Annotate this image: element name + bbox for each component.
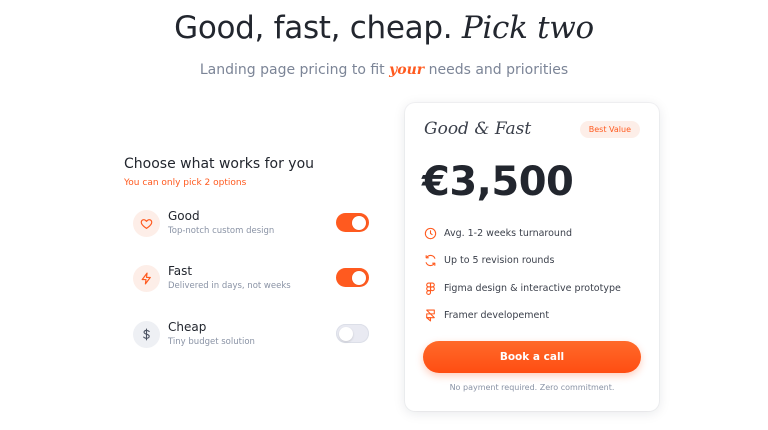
dollar-icon xyxy=(133,321,160,348)
option-description: Top-notch custom design xyxy=(168,226,275,236)
feature-item: Figma design & interactive prototype xyxy=(423,280,621,296)
option-chooser-header: Choose what works for you You can only p… xyxy=(124,156,314,188)
feature-item: Framer developement xyxy=(423,307,549,323)
refresh-icon xyxy=(423,253,437,267)
option-cheap-text: Cheap Tiny budget solution xyxy=(168,320,255,347)
chooser-subtitle: You can only pick 2 options xyxy=(124,178,247,188)
pricing-card: Good & Fast Best Value €3,500 Avg. 1-2 w… xyxy=(405,103,659,411)
toggle-knob xyxy=(352,270,366,285)
feature-item: Avg. 1-2 weeks turnaround xyxy=(423,225,572,241)
subtitle-after: needs and priorities xyxy=(424,62,569,78)
best-value-badge: Best Value xyxy=(579,121,640,138)
commitment-note: No payment required. Zero commitment. xyxy=(449,383,615,392)
chooser-title: Choose what works for you xyxy=(124,156,315,172)
option-fast: Fast Delivered in days, not weeks xyxy=(133,264,369,296)
feature-text: Avg. 1-2 weeks turnaround xyxy=(444,227,573,239)
option-description: Delivered in days, not weeks xyxy=(168,281,291,291)
feature-text: Up to 5 revision rounds xyxy=(444,254,555,266)
heart-icon xyxy=(133,210,160,237)
hero: Good, fast, cheap. Pick two Landing page… xyxy=(0,10,768,78)
good-toggle[interactable] xyxy=(336,213,369,232)
page-subtitle: Landing page pricing to fit your needs a… xyxy=(0,62,768,78)
option-good-text: Good Top-notch custom design xyxy=(168,209,274,236)
page-title: Good, fast, cheap. Pick two xyxy=(0,10,768,46)
lightning-icon xyxy=(133,265,160,292)
clock-icon xyxy=(423,226,437,240)
feature-item: Up to 5 revision rounds xyxy=(423,252,554,268)
subtitle-emphasis: your xyxy=(389,62,425,78)
toggle-knob xyxy=(352,215,366,230)
option-cheap: Cheap Tiny budget solution xyxy=(133,320,369,352)
cheap-toggle[interactable] xyxy=(336,324,369,343)
plan-price: €3,500 xyxy=(422,159,574,205)
option-label: Cheap xyxy=(168,320,207,334)
figma-icon xyxy=(423,281,437,295)
framer-icon xyxy=(423,308,437,322)
title-main: Good, fast, cheap. xyxy=(174,10,453,46)
option-label: Good xyxy=(168,209,200,223)
fast-toggle[interactable] xyxy=(336,268,369,287)
book-a-call-button[interactable]: Book a call xyxy=(423,341,641,373)
option-label: Fast xyxy=(168,264,193,278)
plan-title: Good & Fast xyxy=(424,119,532,139)
option-fast-text: Fast Delivered in days, not weeks xyxy=(168,264,291,291)
option-good: Good Top-notch custom design xyxy=(133,209,369,241)
feature-text: Framer developement xyxy=(444,309,550,321)
option-description: Tiny budget solution xyxy=(168,337,255,347)
subtitle-before: Landing page pricing to fit xyxy=(199,62,390,78)
title-accent: Pick two xyxy=(461,10,594,46)
feature-text: Figma design & interactive prototype xyxy=(444,282,621,294)
toggle-knob xyxy=(339,326,353,341)
